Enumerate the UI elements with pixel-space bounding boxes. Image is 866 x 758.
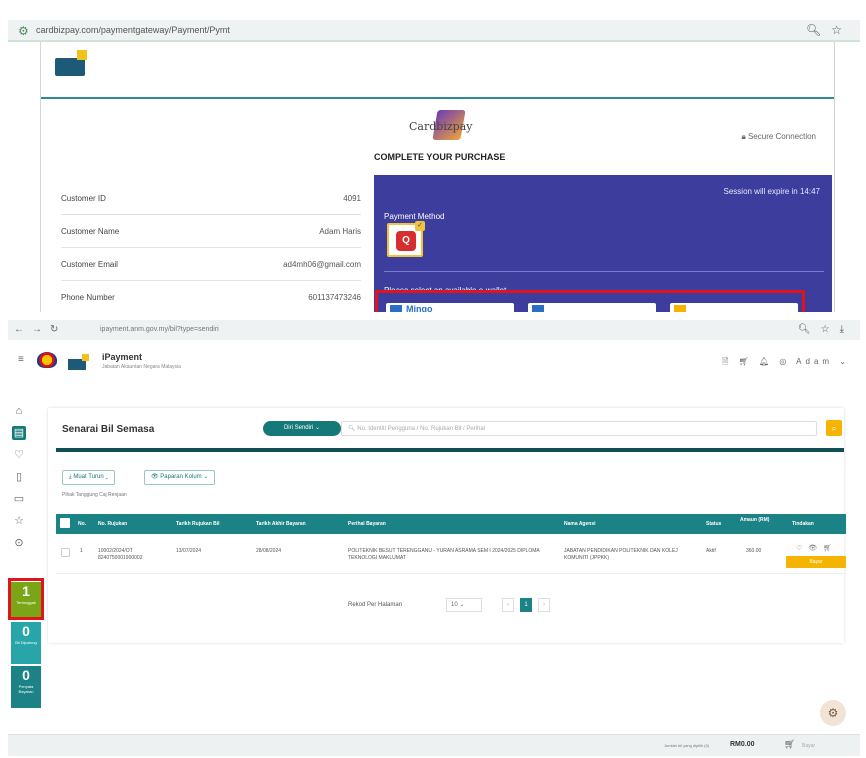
chat-icon[interactable]: ▭: [12, 492, 26, 506]
footer-pay-button[interactable]: Bayar: [802, 743, 815, 749]
page-title: Senarai Bil Semasa: [62, 424, 155, 435]
page-button-current[interactable]: 1: [520, 598, 532, 612]
complete-title: COMPLETE YOUR PURCHASE: [374, 152, 506, 162]
download-icon[interactable]: ⤓: [840, 324, 854, 335]
zoom-icon[interactable]: 🔍︎: [798, 324, 821, 335]
chevron-down-icon[interactable]: ⌄: [839, 357, 850, 366]
address-url[interactable]: cardbizpay.com/paymentgateway/Payment/Py…: [36, 25, 230, 35]
doc-icon[interactable]: 🗎: [722, 357, 732, 366]
cart-icon[interactable]: 🛒︎: [784, 739, 795, 750]
user-avatar-icon[interactable]: ◎: [779, 357, 790, 366]
download-button[interactable]: ⤓ Muat Turun ⌄: [62, 470, 116, 485]
site-info-icon[interactable]: ⚙: [18, 24, 29, 38]
panel-divider: [384, 271, 824, 272]
address-url[interactable]: ipayment.anm.gov.my/bil?type=sendiri: [100, 326, 219, 333]
selected-bills-label: Jumlah bil yang dipilih (0): [664, 743, 710, 748]
app-header: ≡ iPayment Jabatan Akauntan Negara Malay…: [8, 342, 860, 380]
pager-label: Rekod Per Halaman: [348, 602, 403, 608]
receipt-icon[interactable]: ▯: [12, 470, 26, 484]
search-placeholder: 🔍︎ No. Identiti Pengguna / No. Rujukan B…: [348, 426, 486, 432]
search-input[interactable]: 🔍︎ No. Identiti Pengguna / No. Rujukan B…: [341, 421, 817, 436]
ewallet-method-option[interactable]: Q ✓: [387, 221, 425, 257]
teal-band: [56, 448, 844, 452]
prev-page-button[interactable]: ‹: [502, 598, 514, 612]
highlight-count-box: [8, 578, 44, 620]
help-icon[interactable]: ⊙: [12, 536, 26, 550]
cart-icon[interactable]: 🛒︎: [823, 545, 838, 552]
header-divider: [41, 97, 834, 99]
zoom-icon[interactable]: 🔍︎: [806, 23, 831, 37]
row-checkbox[interactable]: [61, 548, 70, 557]
address-bar[interactable]: ⚙ cardbizpay.com/paymentgateway/Payment/…: [8, 20, 860, 42]
side-count-dipotong[interactable]: 0 Bil Dipotong: [11, 622, 41, 664]
info-row-customer-id: Customer ID 4091: [61, 182, 361, 215]
filter-note: Pihak Tanggung Caj Renjaan: [62, 492, 127, 498]
check-icon: ✓: [415, 221, 425, 231]
app-subtitle: Jabatan Akauntan Negara Malaysia: [102, 364, 181, 370]
highlight-ewallet-box: [375, 290, 805, 312]
pagination: Rekod Per Halaman 10 ⌄ ‹ 1 ›: [348, 598, 648, 614]
select-all-checkbox[interactable]: [60, 518, 70, 528]
row-actions: ♡👁︎🛒︎: [796, 544, 838, 552]
nav-buttons: ←→↻: [14, 324, 66, 335]
star-icon[interactable]: ☆: [12, 514, 26, 528]
selected-amount: RM0.00: [730, 741, 755, 748]
bookmark-icon[interactable]: ☆: [831, 23, 852, 37]
forward-icon[interactable]: →: [32, 324, 50, 335]
payment-gateway-screenshot: ⚙ cardbizpay.com/paymentgateway/Payment/…: [0, 0, 866, 312]
customer-info: Customer ID 4091 Customer Name Adam Hari…: [61, 182, 361, 312]
browser-actions: 🔍︎☆: [806, 23, 852, 37]
ipayment-logo: [68, 354, 92, 370]
user-name[interactable]: Adam: [796, 357, 833, 366]
cart-icon[interactable]: 🛒︎: [739, 357, 753, 366]
browser-icons: 🔍︎☆⤓: [798, 324, 854, 335]
bills-icon[interactable]: ▤: [12, 426, 26, 440]
heart-icon[interactable]: ♡: [796, 545, 808, 552]
government-crest-logo: [34, 350, 60, 370]
browser-toolbar: ←→↻ ipayment.anm.gov.my/bil?type=sendiri…: [8, 320, 860, 340]
info-row-customer-name: Customer Name Adam Haris: [61, 215, 361, 248]
merchant-logo: Cardbizpay: [409, 110, 472, 142]
filter-pill[interactable]: Diri Sendiri ⌄: [263, 421, 341, 436]
next-page-button[interactable]: ›: [538, 598, 550, 612]
payment-method-label: Payment Method: [384, 212, 445, 221]
ewallet-icon: Q: [396, 231, 416, 251]
side-count-penyata[interactable]: 0 Penyata Bayaran: [11, 666, 41, 708]
search-button[interactable]: ⌕: [826, 420, 842, 436]
header-actions: 🗎 🛒︎ 🔔︎ ◎ Adam ⌄: [722, 356, 850, 370]
page-size-select[interactable]: 10 ⌄: [446, 598, 482, 612]
info-row-customer-email: Customer Email ad4mh06@gmail.com: [61, 248, 361, 281]
back-icon[interactable]: ←: [14, 324, 32, 335]
table-row: 1 10002/2024/OT 8240750001900002 13/07/2…: [56, 536, 846, 574]
bell-icon[interactable]: 🔔︎: [759, 357, 773, 366]
checkout-card: Cardbizpay COMPLETE YOUR PURCHASE 🔒︎ Sec…: [40, 42, 835, 312]
column-view-button[interactable]: 👁︎ Paparan Kolum ⌄: [144, 470, 216, 485]
info-row-phone: Phone Number 601137473246: [61, 281, 361, 312]
chat-fab-icon[interactable]: ⚙: [820, 700, 846, 726]
heart-icon[interactable]: ♡: [12, 448, 26, 462]
session-timer: Session will expire in 14:47: [723, 187, 821, 196]
ipayment-logo: [55, 50, 89, 76]
side-rail: ⌂ ▤ ♡ ▯ ▭ ☆ ⊙ 1 Tertunggak 0 Bil Dipoton…: [8, 398, 41, 718]
footer-bar: Jumlah bil yang dipilih (0) RM0.00 🛒︎ Ba…: [8, 734, 860, 756]
view-icon[interactable]: 👁︎: [808, 545, 823, 552]
pay-button[interactable]: Bayar: [786, 556, 846, 568]
home-icon[interactable]: ⌂: [12, 404, 26, 418]
bills-card: Senarai Bil Semasa Diri Sendiri ⌄ 🔍︎ No.…: [48, 408, 846, 643]
table-header: No. No. Rujukan Tarikh Rujukan Bil Tarik…: [56, 514, 846, 534]
secure-connection: 🔒︎ Secure Connection: [741, 132, 816, 141]
menu-icon[interactable]: ≡: [18, 354, 24, 365]
ipayment-bills-screenshot: ←→↻ ipayment.anm.gov.my/bil?type=sendiri…: [8, 320, 860, 756]
app-title: iPayment: [102, 352, 143, 362]
reload-icon[interactable]: ↻: [50, 324, 66, 335]
bookmark-icon[interactable]: ☆: [821, 324, 840, 335]
